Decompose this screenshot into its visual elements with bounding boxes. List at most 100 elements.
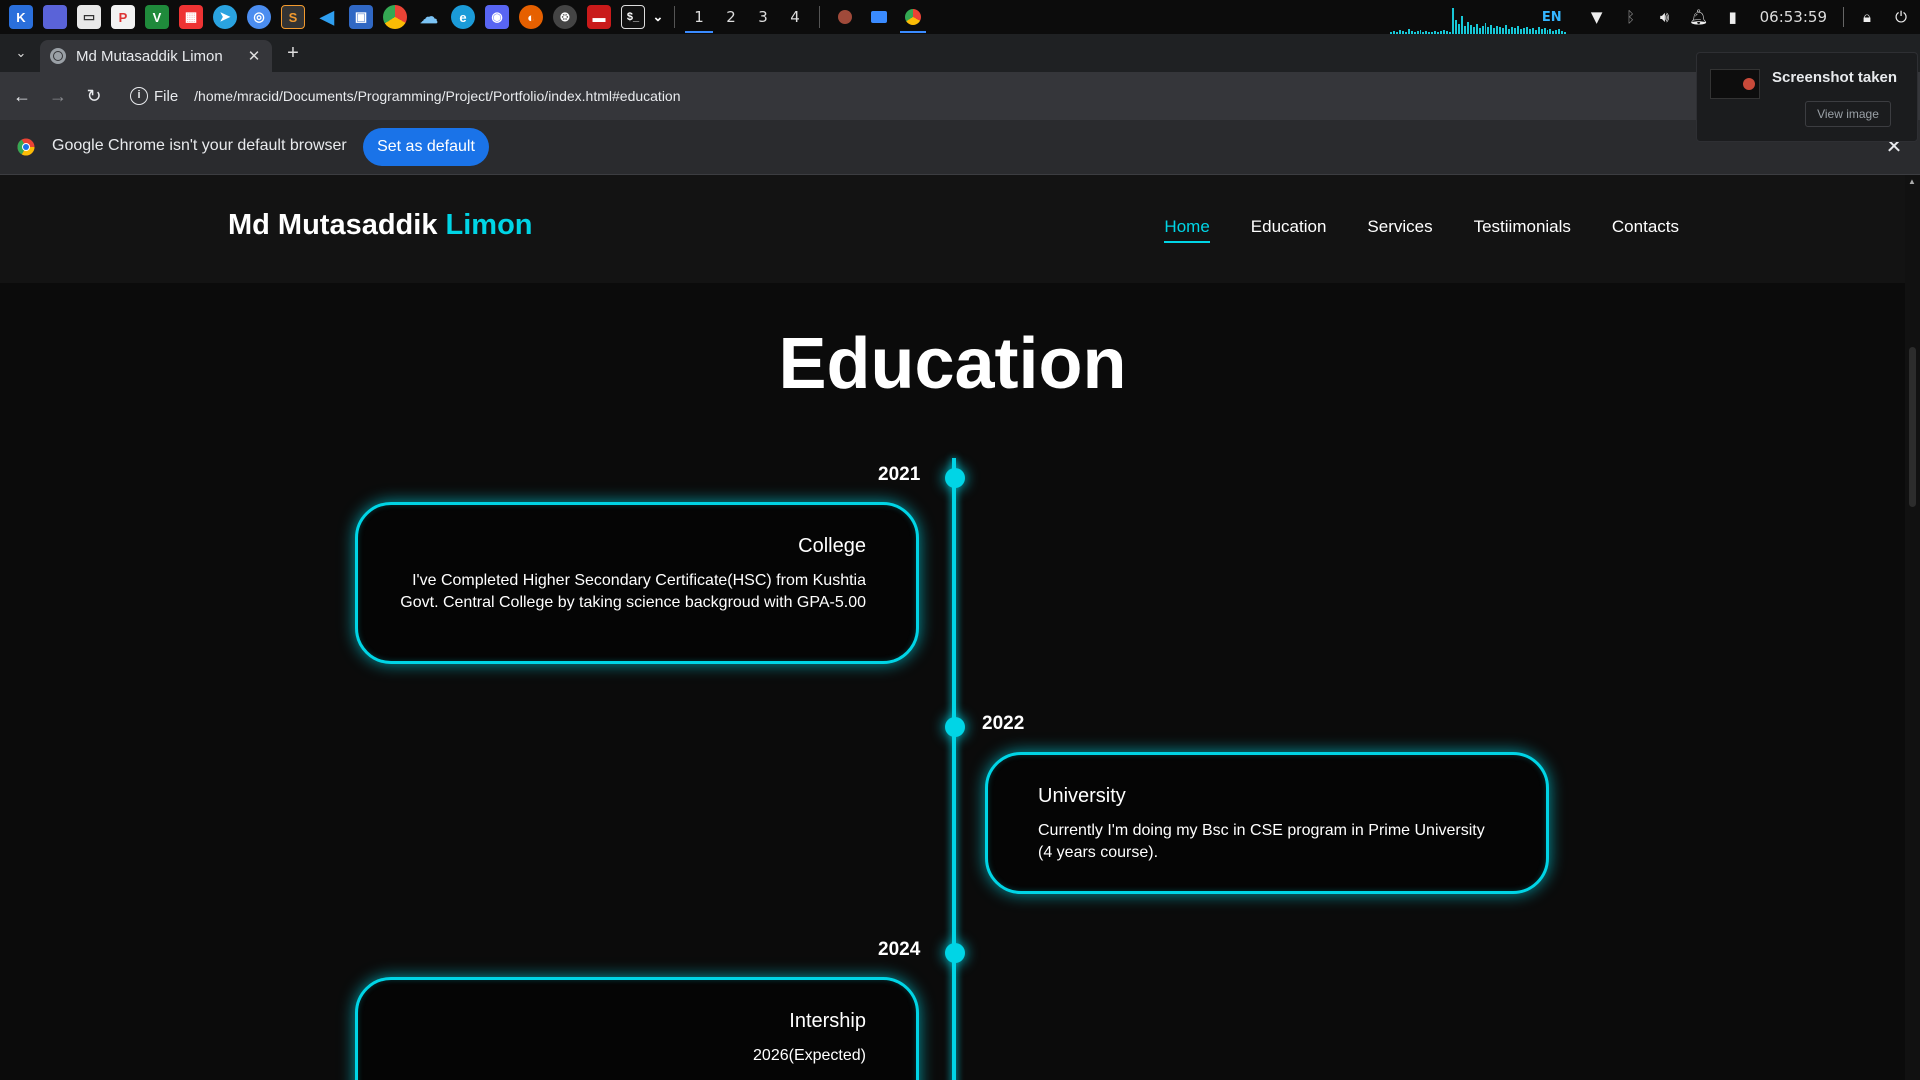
- nav-contacts-link[interactable]: Contacts: [1612, 217, 1679, 243]
- site-info-icon[interactable]: i: [130, 87, 148, 105]
- system-tray: EN ▼ ᛒ 🔊︎ 🔔︎ ▮ 06:53:59 🔒︎ ⏻: [1542, 0, 1920, 34]
- chrome-icon[interactable]: [383, 5, 407, 29]
- desktop-icon[interactable]: [43, 5, 67, 29]
- card-text: 2026(Expected): [753, 1047, 866, 1064]
- network-bar: [1460, 16, 1463, 34]
- infobar-message: Google Chrome isn't your default browser: [52, 137, 347, 154]
- reload-icon[interactable]: ↻: [82, 84, 106, 108]
- globe-icon: [50, 48, 66, 64]
- vscode-icon[interactable]: ◀: [315, 5, 339, 29]
- timeline-year: 2021: [878, 464, 921, 485]
- network-bar: [1469, 25, 1472, 34]
- browser-toolbar: ← → ↻ i File /home/mracid/Documents/Prog…: [0, 72, 1920, 120]
- view-image-button[interactable]: View image: [1805, 101, 1891, 127]
- scrollbar-thumb[interactable]: [1909, 347, 1916, 507]
- timeline-dot: [945, 717, 965, 737]
- virtualbox-icon[interactable]: ▣: [349, 5, 373, 29]
- education-card-internship: Intership 2026(Expected): [355, 977, 919, 1080]
- card-text: I've Completed Higher Secondary Certific…: [400, 572, 866, 611]
- task-chrome-icon[interactable]: [896, 0, 930, 34]
- edge-icon[interactable]: e: [451, 5, 475, 29]
- network-bar: [1454, 20, 1457, 34]
- scroll-up-arrow-icon[interactable]: ▲: [1908, 177, 1916, 186]
- app-menu-icon[interactable]: K: [9, 5, 33, 29]
- network-bar: [1511, 27, 1514, 34]
- screenshot-thumbnail[interactable]: [1710, 69, 1760, 99]
- keyboard-layout[interactable]: EN: [1542, 10, 1562, 25]
- wifi-icon[interactable]: ▼: [1588, 8, 1606, 26]
- timeline-dot: [945, 468, 965, 488]
- card-text: Currently I'm doing my Bsc in CSE progra…: [1038, 822, 1485, 861]
- network-bar: [1457, 24, 1460, 34]
- tab-close-icon[interactable]: ✕: [244, 47, 264, 65]
- nav-services-link[interactable]: Services: [1367, 217, 1432, 243]
- education-card-university: University Currently I'm doing my Bsc in…: [985, 752, 1549, 894]
- tab-search-chevron-icon[interactable]: ⌄: [10, 42, 32, 64]
- bluetooth-icon[interactable]: ᛒ: [1622, 8, 1640, 26]
- education-heading: Education: [778, 324, 1127, 404]
- chevron-down-icon[interactable]: ⌄: [652, 5, 664, 29]
- new-tab-icon[interactable]: +: [282, 42, 304, 64]
- nav-home-link[interactable]: Home: [1164, 217, 1210, 243]
- page-scrollbar[interactable]: ▲: [1905, 175, 1920, 1080]
- volume-icon[interactable]: 🔊︎: [1656, 8, 1674, 26]
- site-logo[interactable]: Md Mutasaddik Limon: [228, 209, 533, 242]
- network-bar: [1452, 8, 1454, 34]
- url-text[interactable]: /home/mracid/Documents/Programming/Proje…: [194, 88, 680, 104]
- network-bar: [1472, 27, 1475, 34]
- network-bar: [1490, 25, 1493, 34]
- network-bar: [1481, 26, 1484, 34]
- cloud-icon[interactable]: ☁: [417, 5, 441, 29]
- taskbar-separator: [674, 6, 675, 28]
- power-icon[interactable]: ⏻: [1892, 8, 1910, 26]
- discord-icon[interactable]: ◉: [485, 5, 509, 29]
- telegram-icon[interactable]: ➤: [213, 5, 237, 29]
- notifications-bell-icon[interactable]: 🔔︎: [1689, 8, 1708, 26]
- workspace-2[interactable]: 2: [715, 0, 747, 34]
- terminal-red-icon[interactable]: ▬: [587, 5, 611, 29]
- network-bar: [1516, 26, 1519, 34]
- forward-arrow-icon[interactable]: →: [46, 84, 70, 108]
- screenshot-notification: Screenshot taken View image: [1696, 52, 1918, 142]
- browser-tab[interactable]: Md Mutasaddik Limon ✕: [40, 40, 272, 72]
- nav-education-link[interactable]: Education: [1251, 217, 1327, 243]
- set-as-default-button[interactable]: Set as default: [363, 128, 489, 166]
- vim-icon[interactable]: V: [145, 5, 169, 29]
- back-arrow-icon[interactable]: ←: [10, 84, 34, 108]
- workspace-3[interactable]: 3: [747, 0, 779, 34]
- task-folder-icon[interactable]: [862, 0, 896, 34]
- chrome-logo-icon: [17, 138, 35, 156]
- network-bar: [1484, 23, 1487, 34]
- office-icon[interactable]: ▦: [179, 5, 203, 29]
- pdf-viewer-icon[interactable]: P: [111, 5, 135, 29]
- firefox-icon[interactable]: ◐: [519, 5, 543, 29]
- workspace-4[interactable]: 4: [779, 0, 811, 34]
- battery-icon[interactable]: ▮: [1724, 8, 1742, 26]
- os-taskbar: K ▭ P V ▦ ➤ ◎ S ◀ ▣ ☁ e ◉ ◐ ⊛ ▬ $_ ⌄ 1 2…: [0, 0, 1920, 34]
- file-manager-icon[interactable]: ▭: [77, 5, 101, 29]
- network-bar: [1499, 27, 1502, 34]
- logo-name: Md Mutasaddik: [228, 209, 446, 241]
- sublime-icon[interactable]: S: [281, 5, 305, 29]
- clock[interactable]: 06:53:59: [1760, 8, 1827, 26]
- default-browser-infobar: Google Chrome isn't your default browser…: [0, 120, 1920, 175]
- nav-testimonials-link[interactable]: Testiimonials: [1474, 217, 1571, 243]
- timeline-year: 2022: [982, 713, 1025, 734]
- network-bar: [1463, 26, 1466, 34]
- openai-icon[interactable]: ⊛: [553, 5, 577, 29]
- address-bar[interactable]: i File /home/mracid/Documents/Programmin…: [124, 80, 1684, 112]
- terminal-icon[interactable]: $_: [621, 5, 645, 29]
- network-activity-graph: [1390, 4, 1567, 34]
- workspace-1[interactable]: 1: [683, 0, 715, 34]
- lock-icon[interactable]: 🔒︎: [1858, 8, 1876, 26]
- chromium-icon[interactable]: ◎: [247, 5, 271, 29]
- card-heading: College: [798, 535, 866, 557]
- network-bar: [1525, 27, 1528, 34]
- timeline-year: 2024: [878, 939, 921, 960]
- task-app-icon[interactable]: [828, 0, 862, 34]
- logo-accent-name: Limon: [445, 209, 533, 241]
- web-page-viewport: Md Mutasaddik Limon Home Education Servi…: [0, 175, 1905, 1080]
- browser-tab-strip: ⌄ Md Mutasaddik Limon ✕ +: [0, 34, 1920, 72]
- network-bar: [1496, 26, 1499, 34]
- site-nav: Home Education Services Testiimonials Co…: [1164, 217, 1679, 243]
